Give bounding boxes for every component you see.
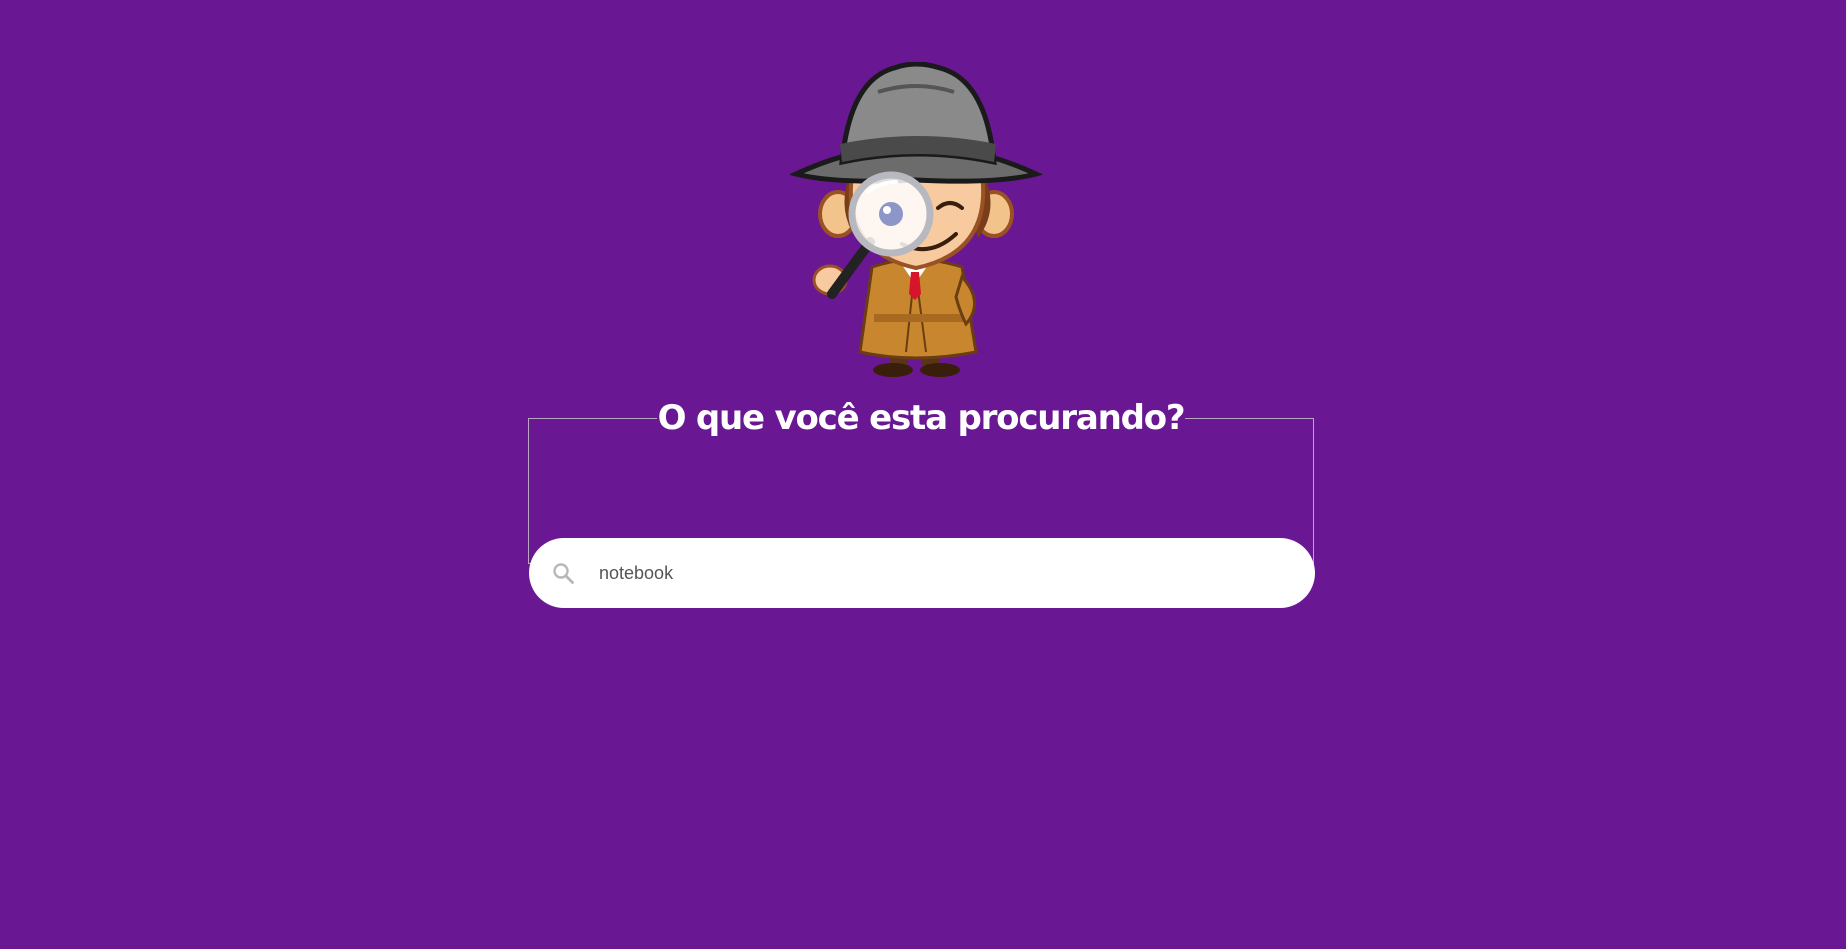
page-heading: O que você esta procurando? (657, 398, 1186, 438)
search-input[interactable] (599, 538, 1289, 608)
page: O que você esta procurando? (0, 0, 1846, 949)
search-icon (553, 563, 574, 584)
search-fieldset: O que você esta procurando? (528, 398, 1315, 608)
detective-mascot-icon (790, 62, 1044, 377)
search-bar[interactable] (529, 538, 1315, 608)
